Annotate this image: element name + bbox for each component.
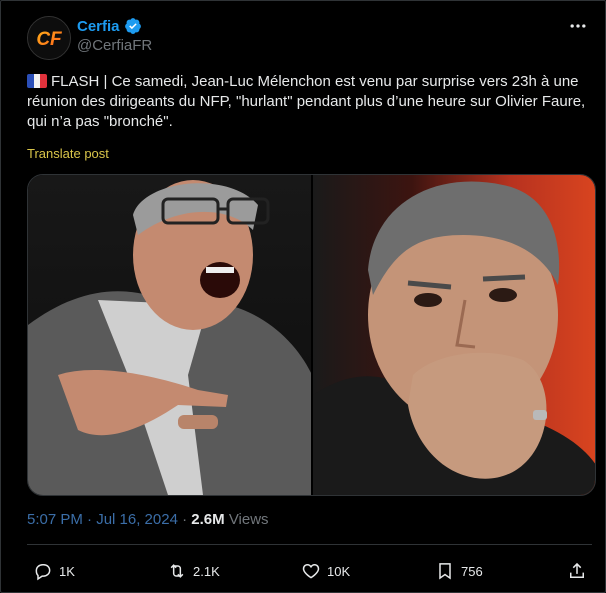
french-flag-icon <box>27 74 47 88</box>
more-options-icon[interactable] <box>566 16 590 40</box>
timestamp-link[interactable]: 5:07 PM · Jul 16, 2024 <box>27 511 178 528</box>
views-count[interactable]: 2.6M <box>191 511 224 528</box>
repost-button[interactable]: 2.1K <box>167 561 220 581</box>
avatar-text: CF <box>36 29 63 50</box>
media-grid <box>27 174 596 496</box>
author-block: Cerfia @CerfiaFR <box>77 17 152 55</box>
cerfia-logo-icon: CF <box>28 17 70 59</box>
photo-shouting-man <box>28 180 311 495</box>
like-count: 10K <box>327 563 351 579</box>
photo-thinking-man <box>313 181 595 495</box>
bookmark-icon <box>439 563 451 580</box>
share-icon <box>570 562 584 578</box>
bookmark-button[interactable]: 756 <box>435 561 483 581</box>
meta-separator: · <box>177 511 192 528</box>
action-bar: 1K 2.1K 10K 756 <box>27 558 592 584</box>
tweet-meta: 5:07 PM · Jul 16, 2024 · 2.6M Views <box>27 511 269 528</box>
display-name[interactable]: Cerfia <box>77 18 120 35</box>
like-button[interactable]: 10K <box>301 561 350 581</box>
translate-post-link[interactable]: Translate post <box>27 146 109 161</box>
photo-faure[interactable] <box>313 175 595 495</box>
handle[interactable]: @CerfiaFR <box>77 37 152 54</box>
divider <box>27 544 592 545</box>
tweet-text: FLASH | Ce samedi, Jean-Luc Mélenchon es… <box>27 72 587 132</box>
tweet-header: CF Cerfia @CerfiaFR <box>27 16 590 60</box>
bookmark-count: 756 <box>461 563 483 579</box>
share-button[interactable] <box>567 561 587 581</box>
views-label: Views <box>228 511 269 528</box>
heart-icon <box>302 563 320 579</box>
reply-count: 1K <box>59 563 75 579</box>
photo-melenchon[interactable] <box>28 175 311 495</box>
reply-icon <box>35 564 51 581</box>
reply-button[interactable]: 1K <box>33 561 75 581</box>
tweet-body: FLASH | Ce samedi, Jean-Luc Mélenchon es… <box>27 73 586 130</box>
avatar[interactable]: CF <box>27 16 71 60</box>
repost-icon <box>170 564 184 578</box>
verified-badge-icon[interactable] <box>124 17 142 35</box>
repost-count: 2.1K <box>193 563 220 579</box>
